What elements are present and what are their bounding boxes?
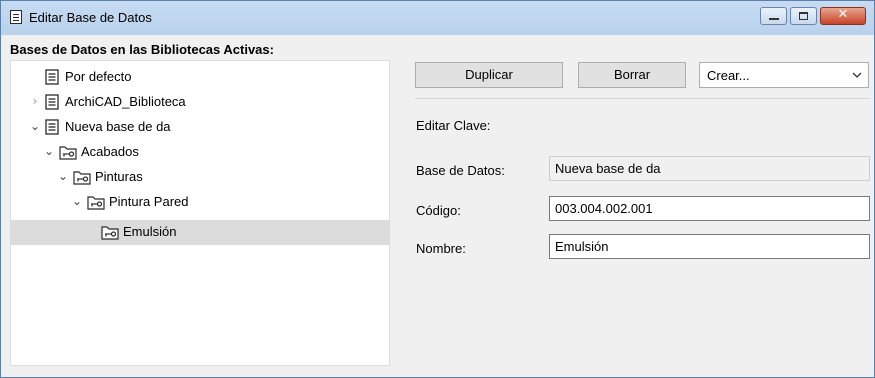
tree-item-label: ArchiCAD_Biblioteca [65, 94, 186, 109]
tree-item-pinturas[interactable]: ⌄ Pinturas [11, 165, 389, 190]
tree-item-label: Emulsión [123, 224, 177, 239]
database-field: Nueva base de da [549, 156, 870, 181]
duplicate-button[interactable]: Duplicar [415, 62, 563, 88]
name-value: Emulsión [555, 239, 609, 254]
tree-item-por-defecto[interactable]: Por defecto [11, 65, 389, 90]
window-title: Editar Base de Datos [29, 10, 152, 25]
database-icon [45, 119, 59, 135]
key-folder-icon [87, 196, 105, 210]
collapse-chevron-icon[interactable]: ⌄ [71, 194, 83, 208]
minimize-icon [769, 18, 779, 20]
code-value: 003.004.002.001 [555, 201, 653, 216]
tree-item-pintura-pared[interactable]: ⌄ Pintura Pared [11, 190, 389, 215]
name-label: Nombre: [416, 241, 466, 256]
edit-database-dialog: Editar Base de Datos ✕ Bases de Datos en… [0, 0, 875, 378]
tree-item-label: Por defecto [65, 69, 132, 84]
database-label: Base de Datos: [416, 163, 505, 178]
database-icon [10, 10, 22, 24]
chevron-down-icon [852, 72, 862, 78]
key-folder-icon [101, 226, 119, 240]
name-field[interactable]: Emulsión [549, 234, 870, 259]
delete-button[interactable]: Borrar [578, 62, 686, 88]
database-icon [45, 94, 59, 110]
database-icon [45, 69, 59, 85]
tree-item-label: Pinturas [95, 169, 143, 184]
collapse-chevron-icon[interactable]: ⌄ [43, 144, 55, 158]
tree-item-label: Pintura Pared [109, 194, 189, 209]
close-icon: ✕ [837, 7, 849, 22]
key-folder-icon [73, 171, 91, 185]
key-folder-icon [59, 146, 77, 160]
tree-item-emulsion[interactable]: Emulsión [11, 220, 389, 245]
tree-item-acabados[interactable]: ⌄ Acabados [11, 140, 389, 165]
title-bar[interactable]: Editar Base de Datos ✕ [1, 1, 874, 35]
collapse-chevron-icon[interactable]: ⌄ [57, 169, 69, 183]
tree-item-label: Nueva base de da [65, 119, 171, 134]
expand-chevron-icon[interactable]: › [29, 94, 41, 108]
tree-item-label: Acabados [81, 144, 139, 159]
close-button[interactable]: ✕ [820, 7, 866, 25]
maximize-button[interactable] [790, 7, 817, 25]
tree-item-nueva-base[interactable]: ⌄ Nueva base de da [11, 115, 389, 140]
tree-item-archicad-biblioteca[interactable]: › ArchiCAD_Biblioteca [11, 90, 389, 115]
collapse-chevron-icon[interactable]: ⌄ [29, 119, 41, 133]
section-divider [415, 98, 870, 99]
database-value: Nueva base de da [555, 161, 661, 176]
minimize-button[interactable] [760, 7, 787, 25]
create-dropdown[interactable]: Crear... [699, 62, 869, 88]
create-dropdown-value: Crear... [707, 68, 750, 83]
code-label: Código: [416, 203, 461, 218]
edit-key-heading: Editar Clave: [416, 118, 491, 133]
maximize-icon [799, 12, 808, 20]
code-field[interactable]: 003.004.002.001 [549, 196, 870, 221]
tree-label: Bases de Datos en las Bibliotecas Activa… [10, 42, 274, 57]
database-tree[interactable]: Por defecto › ArchiCAD_Biblioteca ⌄ Nuev… [10, 60, 390, 366]
